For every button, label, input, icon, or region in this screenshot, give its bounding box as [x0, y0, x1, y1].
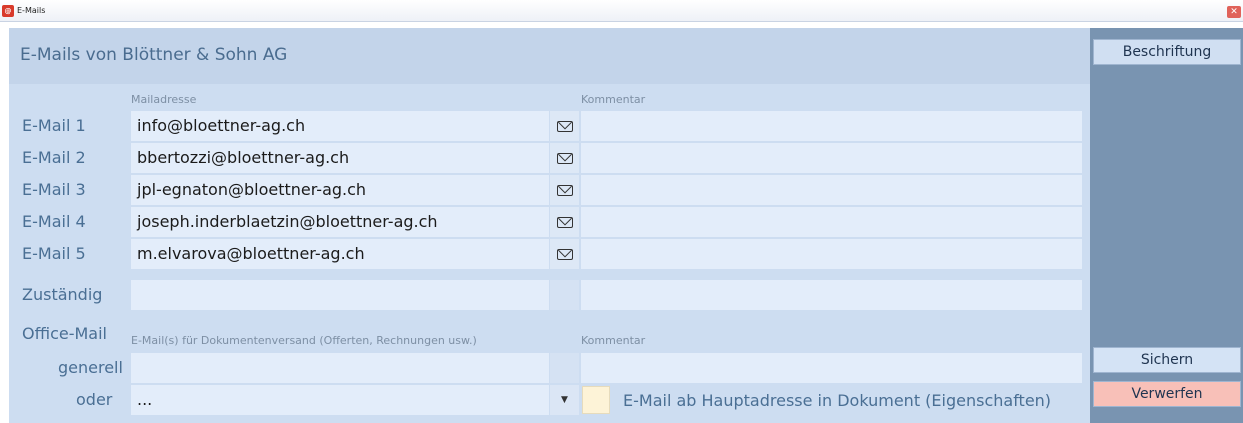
email-comment-field[interactable] [581, 239, 1082, 269]
generell-label: generell [58, 358, 123, 377]
send-mail-button[interactable] [550, 143, 579, 173]
app-logo-icon: @ [2, 5, 14, 17]
envelope-icon [556, 152, 573, 164]
window-title: E-Mails [17, 6, 46, 15]
oder-label: oder [76, 390, 113, 409]
email-address-field[interactable]: jpl-egnaton@bloettner-ag.ch [131, 175, 549, 205]
email-address-field[interactable]: info@bloettner-ag.ch [131, 111, 549, 141]
email-address-field[interactable]: joseph.inderblaetzin@bloettner-ag.ch [131, 207, 549, 237]
envelope-icon [556, 248, 573, 260]
send-mail-button[interactable] [550, 175, 579, 205]
email-row-label: E-Mail 3 [22, 180, 86, 199]
office-comment-column-header: Kommentar [581, 334, 646, 347]
email-comment-field[interactable] [581, 111, 1082, 141]
main-panel: E-Mails von Blöttner & Sohn AG Mailadres… [9, 28, 1090, 423]
chevron-down-icon[interactable]: ▼ [550, 385, 579, 415]
email-row-label: E-Mail 5 [22, 244, 86, 263]
action-sidebar: Beschriftung Sichern Verwerfen [1090, 28, 1243, 423]
oder-select[interactable]: ... [131, 385, 549, 415]
email-address-field[interactable]: bbertozzi@bloettner-ag.ch [131, 143, 549, 173]
window-titlebar: @ E-Mails ✕ [0, 0, 1243, 22]
office-mail-column-header: E-Mail(s) für Dokumentenversand (Offerte… [131, 334, 477, 347]
column-header-mailadresse: Mailadresse [131, 93, 197, 106]
zustaendig-label: Zuständig [22, 285, 103, 304]
email-comment-field[interactable] [581, 175, 1082, 205]
beschriftung-button[interactable]: Beschriftung [1093, 39, 1241, 65]
send-mail-button[interactable] [550, 207, 579, 237]
email-comment-field[interactable] [581, 143, 1082, 173]
envelope-icon [556, 184, 573, 196]
email-row-label: E-Mail 2 [22, 148, 86, 167]
form-header: E-Mails von Blöttner & Sohn AG [9, 28, 1090, 84]
column-header-kommentar: Kommentar [581, 93, 646, 106]
office-mail-field[interactable] [131, 353, 549, 383]
envelope-icon [556, 216, 573, 228]
office-mail-label: Office-Mail [22, 324, 107, 343]
office-comment-field[interactable] [581, 353, 1082, 383]
hauptadresse-checkbox-label: E-Mail ab Hauptadresse in Dokument (Eige… [623, 391, 1052, 410]
email-address-field[interactable]: m.elvarova@bloettner-ag.ch [131, 239, 549, 269]
close-icon[interactable]: ✕ [1227, 6, 1241, 18]
zustaendig-spacer [550, 280, 579, 310]
email-comment-field[interactable] [581, 207, 1082, 237]
send-mail-button[interactable] [550, 239, 579, 269]
page-title: E-Mails von Blöttner & Sohn AG [20, 45, 288, 65]
email-row-label: E-Mail 4 [22, 212, 86, 231]
hauptadresse-checkbox[interactable] [582, 386, 610, 414]
email-row-label: E-Mail 1 [22, 116, 86, 135]
sichern-button[interactable]: Sichern [1093, 347, 1241, 373]
send-mail-button[interactable] [550, 111, 579, 141]
verwerfen-button[interactable]: Verwerfen [1093, 381, 1241, 407]
office-mail-spacer [550, 353, 579, 383]
zustaendig-comment-field[interactable] [581, 280, 1082, 310]
envelope-icon [556, 120, 573, 132]
zustaendig-field[interactable] [131, 280, 549, 310]
